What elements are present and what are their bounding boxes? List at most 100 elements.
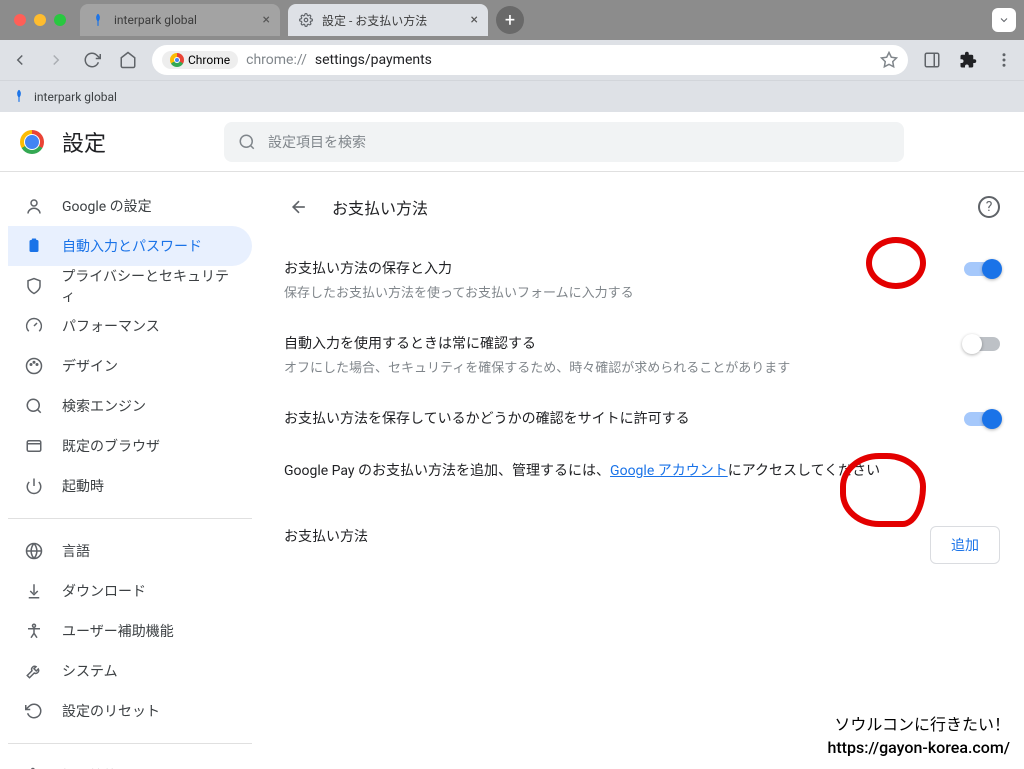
reset-icon [24, 702, 44, 720]
chip-label: Chrome [188, 53, 230, 67]
minimize-window-button[interactable] [34, 14, 46, 26]
toggle-confirm-autofill[interactable] [964, 337, 1000, 351]
sidebar-item-google[interactable]: Google の設定 [8, 186, 252, 226]
page-title: お支払い方法 [332, 195, 428, 219]
settings-header: 設定 設定項目を検索 [0, 112, 1024, 172]
chrome-logo-icon [20, 130, 44, 154]
setting-title: お支払い方法の保存と入力 [284, 258, 948, 278]
sidebar-label: 検索エンジン [62, 396, 146, 416]
help-icon[interactable]: ? [978, 196, 1000, 218]
bookmarks-bar: interpark global [0, 80, 1024, 112]
sidebar-label: デザイン [62, 356, 118, 376]
sidebar-separator [8, 518, 252, 519]
search-icon [24, 397, 44, 415]
bookmark-favicon-icon [12, 89, 28, 105]
search-icon [238, 133, 256, 151]
sidebar-item-system[interactable]: システム [8, 651, 252, 691]
forward-button[interactable] [44, 48, 68, 72]
setting-row-allow-sites: お支払い方法を保存しているかどうかの確認をサイトに許可する [284, 392, 1000, 444]
sidebar-label: 自動入力とパスワード [62, 236, 202, 256]
toggle-save-payment[interactable] [964, 262, 1000, 276]
globe-icon [24, 542, 44, 560]
maximize-window-button[interactable] [54, 14, 66, 26]
sidebar-label: 設定のリセット [62, 701, 160, 721]
watermark-line2: https://gayon-korea.com/ [827, 737, 1010, 759]
sidebar-label: 言語 [62, 541, 90, 561]
sidebar-label: ユーザー補助機能 [62, 621, 174, 641]
toggle-allow-sites[interactable] [964, 412, 1000, 426]
wrench-icon [24, 662, 44, 680]
setting-title: お支払い方法を保存しているかどうかの確認をサイトに許可する [284, 408, 948, 428]
favicon-icon [90, 12, 106, 28]
sidebar-separator [8, 743, 252, 744]
sidebar-item-extensions[interactable]: 拡張機能 [8, 756, 252, 769]
setting-desc: 保存したお支払い方法を使ってお支払いフォームに入力する [284, 282, 948, 301]
close-tab-icon[interactable]: × [471, 12, 478, 28]
settings-app-title: 設定 [62, 126, 106, 158]
shield-icon [24, 277, 43, 295]
close-window-button[interactable] [14, 14, 26, 26]
clipboard-icon [24, 237, 44, 255]
tab-title: interpark global [114, 13, 255, 27]
side-panel-icon[interactable] [920, 48, 944, 72]
sidebar-label: Google の設定 [62, 196, 152, 216]
sidebar-label: システム [62, 661, 118, 681]
extensions-icon[interactable] [956, 48, 980, 72]
new-tab-button[interactable]: + [496, 6, 524, 34]
sidebar-item-appearance[interactable]: デザイン [8, 346, 252, 386]
close-tab-icon[interactable]: × [263, 12, 270, 28]
home-button[interactable] [116, 48, 140, 72]
sidebar-item-privacy[interactable]: プライバシーとセキュリティ [8, 266, 252, 306]
watermark: ソウルコンに行きたい！ https://gayon-korea.com/ [827, 714, 1010, 759]
watermark-line1: ソウルコンに行きたい！ [827, 714, 1010, 736]
settings-main-panel: お支払い方法 ? お支払い方法の保存と入力 保存したお支払い方法を使ってお支払い… [260, 172, 1024, 769]
google-account-link[interactable]: Google アカウント [610, 463, 728, 479]
sidebar-item-startup[interactable]: 起動時 [8, 466, 252, 506]
add-payment-button[interactable]: 追加 [930, 526, 1000, 564]
sidebar-item-languages[interactable]: 言語 [8, 531, 252, 571]
back-arrow-button[interactable] [284, 192, 314, 222]
browser-tab-strip: interpark global × 設定 - お支払い方法 × + [0, 0, 1024, 40]
sidebar-item-autofill[interactable]: 自動入力とパスワード [8, 226, 252, 266]
browser-tab-interpark[interactable]: interpark global × [80, 4, 280, 36]
sidebar-label: 既定のブラウザ [62, 436, 160, 456]
sidebar-item-reset[interactable]: 設定のリセット [8, 691, 252, 731]
section-label: お支払い方法 [284, 526, 914, 546]
setting-row-save-payment: お支払い方法の保存と入力 保存したお支払い方法を使ってお支払いフォームに入力する [284, 242, 1000, 317]
sidebar-label: 起動時 [62, 476, 104, 496]
sidebar-label: ダウンロード [62, 581, 146, 601]
setting-desc: オフにした場合、セキュリティを確保するため、時々確認が求められることがあります [284, 357, 948, 376]
browser-tab-settings[interactable]: 設定 - お支払い方法 × [288, 4, 488, 36]
bookmark-star-icon[interactable] [880, 51, 898, 69]
sidebar-label: プライバシーとセキュリティ [61, 266, 236, 306]
reload-button[interactable] [80, 48, 104, 72]
accessibility-icon [24, 622, 44, 640]
download-icon [24, 582, 44, 600]
user-icon [24, 197, 44, 215]
payment-methods-section: お支払い方法 追加 [284, 496, 1000, 580]
back-button[interactable] [8, 48, 32, 72]
settings-favicon-icon [298, 12, 314, 28]
sidebar-item-downloads[interactable]: ダウンロード [8, 571, 252, 611]
gpay-info-row: Google Pay のお支払い方法を追加、管理するには、Google アカウン… [284, 444, 1000, 496]
settings-sidebar: Google の設定 自動入力とパスワード プライバシーとセキュリティ パフォー… [0, 172, 260, 769]
url-scheme: chrome:// [246, 52, 307, 68]
tabs-dropdown-button[interactable] [992, 8, 1016, 32]
menu-icon[interactable] [992, 48, 1016, 72]
search-placeholder: 設定項目を検索 [268, 132, 366, 152]
address-bar[interactable]: Chrome chrome:// settings/payments [152, 45, 908, 75]
palette-icon [24, 357, 44, 375]
settings-search-input[interactable]: 設定項目を検索 [224, 122, 904, 162]
setting-title: 自動入力を使用するときは常に確認する [284, 333, 948, 353]
sidebar-item-accessibility[interactable]: ユーザー補助機能 [8, 611, 252, 651]
sidebar-item-search-engine[interactable]: 検索エンジン [8, 386, 252, 426]
chrome-scheme-chip: Chrome [162, 51, 238, 69]
window-icon [24, 437, 44, 455]
page-header: お支払い方法 ? [284, 172, 1000, 242]
sidebar-item-performance[interactable]: パフォーマンス [8, 306, 252, 346]
chrome-logo-icon [170, 53, 184, 67]
window-controls [8, 14, 72, 26]
bookmark-item[interactable]: interpark global [34, 90, 117, 104]
sidebar-item-default-browser[interactable]: 既定のブラウザ [8, 426, 252, 466]
url-path: settings/payments [315, 52, 432, 68]
